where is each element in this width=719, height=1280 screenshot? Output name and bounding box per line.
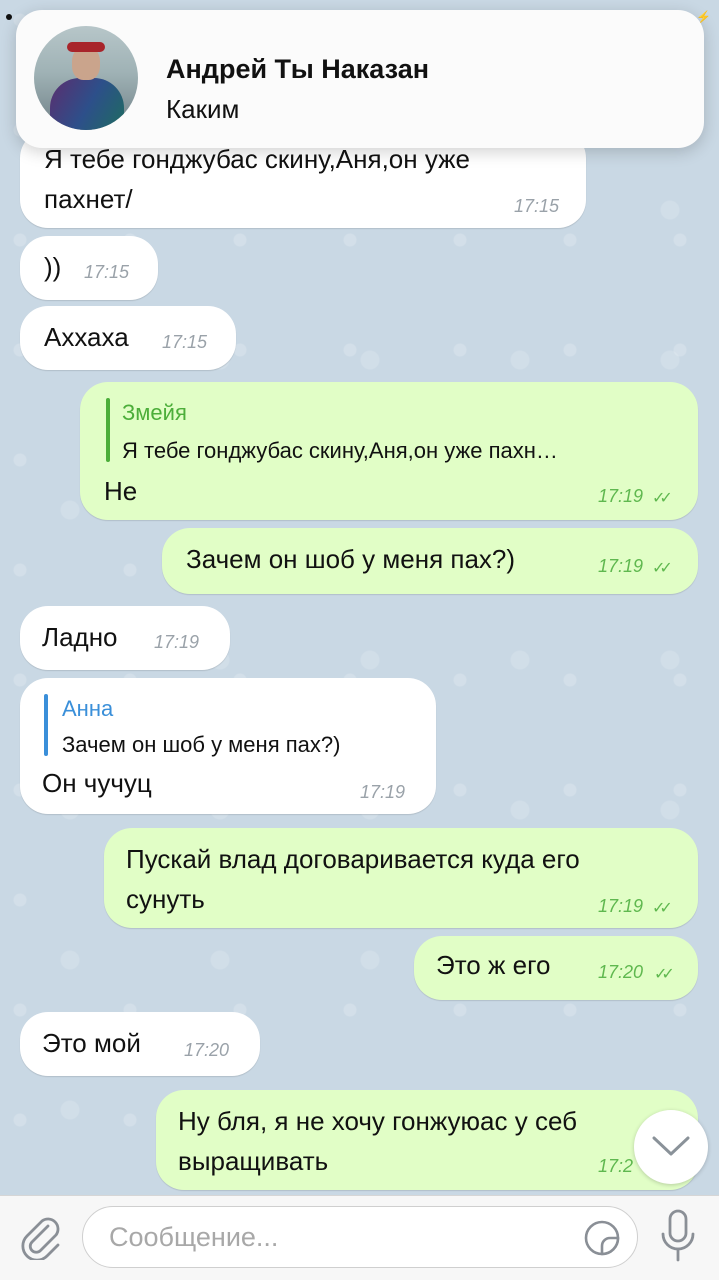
sticker-icon[interactable]: [583, 1219, 621, 1257]
read-check-icon: ✓✓: [652, 560, 673, 577]
message-time: 17:15: [84, 262, 130, 282]
notification-banner[interactable]: Андрей Ты Наказан Каким: [16, 10, 704, 148]
message-time: 17:19: [154, 632, 200, 652]
status-bar-indicator: [6, 14, 12, 20]
message-time: 17:15: [162, 332, 208, 352]
message-time: 17:19: [598, 896, 644, 916]
message-text: Я тебе гонджубас скину,Аня,он уже: [44, 144, 470, 174]
message-text: Пускай влад договаривается куда его: [126, 844, 580, 874]
message-text: Ну бля, я не хочу гонжуюас у себ: [178, 1106, 578, 1136]
reply-text: Я тебе гонджубас скину,Аня,он уже пахн…: [122, 438, 558, 463]
message-time: 17:2: [598, 1156, 634, 1176]
reply-sender: Анна: [62, 696, 114, 721]
message-outgoing[interactable]: Это ж его 17:20 ✓✓: [414, 936, 698, 1000]
message-text: )): [44, 252, 62, 282]
message-text: Это мой: [42, 1028, 141, 1058]
chevron-down-icon: [652, 1136, 690, 1156]
message-text: Не: [104, 476, 138, 506]
reply-sender: Змейя: [122, 400, 187, 425]
message-text: Зачем он шоб у меня пах?): [186, 544, 516, 574]
reply-text: Зачем он шоб у меня пах?): [62, 732, 341, 757]
read-check-icon: ✓✓: [654, 966, 675, 983]
message-time: 17:20: [598, 962, 644, 982]
message-text: Он чучуц: [42, 768, 152, 798]
message-outgoing[interactable]: Пускай влад договаривается куда его суну…: [104, 828, 698, 928]
notification-sender: Андрей Ты Наказан: [166, 54, 430, 84]
scroll-to-bottom-button[interactable]: [634, 1110, 708, 1184]
read-check-icon: ✓✓: [652, 900, 673, 917]
reply-bar: [106, 398, 110, 462]
message-input-bar: Сообщение...: [0, 1195, 719, 1280]
message-time: 17:19: [598, 486, 644, 506]
notification-text: Каким: [166, 94, 240, 124]
message-text: пахнет/: [44, 184, 133, 214]
message-text: Ладно: [42, 622, 118, 652]
message-incoming[interactable]: Ладно 17:19: [20, 606, 230, 670]
reply-bar: [44, 694, 48, 756]
message-outgoing[interactable]: Змейя Я тебе гонджубас скину,Аня,он уже …: [80, 382, 698, 520]
message-input[interactable]: Сообщение...: [82, 1206, 638, 1268]
message-text: Это ж его: [436, 950, 551, 980]
message-time: 17:20: [184, 1040, 230, 1060]
message-text: Аххаха: [44, 322, 129, 352]
message-incoming[interactable]: Анна Зачем он шоб у меня пах?) Он чучуц …: [20, 678, 436, 814]
message-outgoing[interactable]: Ну бля, я не хочу гонжуюас у себ выращив…: [156, 1090, 698, 1190]
message-incoming[interactable]: Аххаха 17:15: [20, 306, 236, 370]
message-incoming[interactable]: Это мой 17:20: [20, 1012, 260, 1076]
microphone-icon[interactable]: [658, 1208, 698, 1264]
message-outgoing[interactable]: Зачем он шоб у меня пах?) 17:19 ✓✓: [162, 528, 698, 594]
message-placeholder: Сообщение...: [109, 1222, 279, 1252]
avatar: [34, 26, 138, 130]
message-time: 17:15: [514, 196, 560, 216]
message-time: 17:19: [598, 556, 644, 576]
paperclip-icon[interactable]: [18, 1214, 64, 1260]
message-incoming[interactable]: )) 17:15: [20, 236, 158, 300]
message-time: 17:19: [360, 782, 406, 802]
message-text: выращивать: [178, 1146, 329, 1176]
read-check-icon: ✓✓: [652, 490, 673, 507]
message-text: сунуть: [126, 884, 205, 914]
